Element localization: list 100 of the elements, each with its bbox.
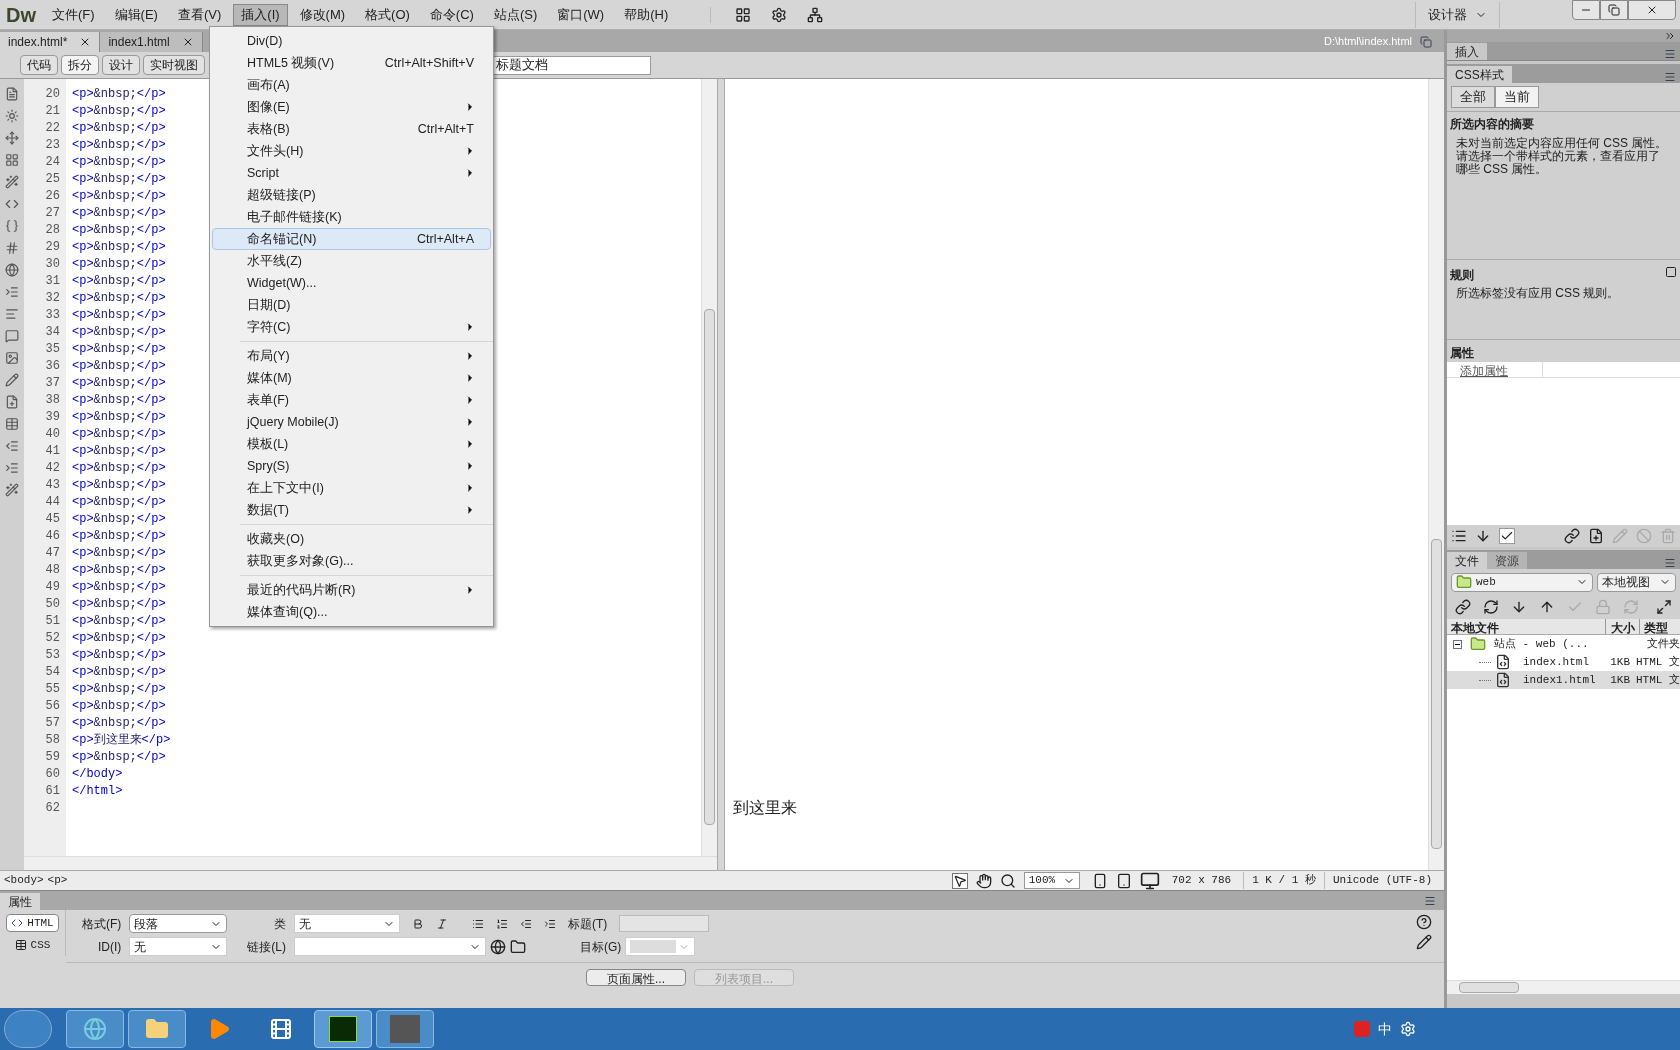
menu-entry[interactable]: 媒体(M) [212, 367, 491, 389]
refresh-icon[interactable] [1483, 599, 1499, 615]
set-properties-icon[interactable] [1499, 528, 1515, 544]
sort-alphabetical-icon[interactable] [1475, 528, 1491, 544]
layout-icon[interactable] [735, 6, 752, 23]
document-tab[interactable]: index1.html [100, 32, 203, 52]
italic-icon[interactable] [436, 917, 448, 930]
format-select[interactable]: 段落 [129, 914, 228, 933]
coding-tool-icon[interactable] [5, 109, 19, 123]
coding-tool-icon[interactable] [5, 263, 19, 277]
view-button[interactable]: 实时视图 [143, 55, 205, 75]
menu-item[interactable]: 格式(O) [357, 3, 418, 26]
coding-tool-icon[interactable] [5, 483, 19, 497]
menu-entry[interactable]: Script [212, 162, 491, 184]
file-row[interactable]: index.html 1KB HTML 文 [1447, 653, 1680, 671]
coding-tool-icon[interactable] [5, 131, 19, 145]
category-view-icon[interactable] [1451, 528, 1467, 544]
document-tab[interactable]: index.html* [0, 32, 101, 52]
menu-item[interactable]: 编辑(E) [106, 3, 166, 26]
menu-entry[interactable]: 表单(F) [212, 389, 491, 411]
coding-tool-icon[interactable] [5, 285, 19, 299]
horizontal-scrollbar[interactable] [24, 856, 717, 870]
menu-entry[interactable]: 在上下文中(I) [212, 477, 491, 499]
coding-tool-icon[interactable] [5, 329, 19, 343]
menu-entry[interactable]: 最近的代码片断(R) [212, 579, 491, 601]
css-mode-button[interactable]: 当前 [1495, 86, 1539, 108]
file-row[interactable]: index1.html 1KB HTML 文 [1447, 671, 1680, 689]
menu-entry[interactable]: Div(D) [212, 30, 491, 52]
vertical-scrollbar[interactable] [1428, 79, 1444, 870]
coding-tool-icon[interactable] [5, 417, 19, 431]
menu-entry[interactable]: 数据(T) [212, 499, 491, 521]
column-header[interactable]: 本地文件 [1447, 619, 1606, 634]
vertical-scrollbar[interactable] [701, 79, 717, 856]
menu-item[interactable]: 命令(C) [421, 3, 482, 26]
menu-entry[interactable]: Spry(S) [212, 455, 491, 477]
coding-tool-icon[interactable] [5, 175, 19, 189]
id-select[interactable]: 无 [129, 937, 228, 956]
coding-tool-icon[interactable] [5, 373, 19, 387]
language-indicator[interactable]: 中 [1378, 1018, 1392, 1040]
menu-item[interactable]: 插入(I) [233, 3, 288, 26]
file-row[interactable]: 站点 - web (... 文件夹 [1447, 635, 1680, 653]
hand-tool-icon[interactable] [975, 872, 992, 889]
tag-selector[interactable]: <body> [4, 872, 44, 889]
edit-rule-icon[interactable] [1416, 934, 1432, 950]
coding-tool-icon[interactable] [5, 87, 19, 101]
menu-entry[interactable]: 布局(Y) [212, 345, 491, 367]
panel-menu-icon[interactable] [1664, 48, 1676, 60]
expand-toggle-icon[interactable] [1453, 639, 1462, 649]
menu-entry[interactable]: 收藏夹(O) [212, 528, 491, 550]
tablet-size-icon[interactable] [1115, 872, 1132, 889]
menu-item[interactable]: 站点(S) [485, 3, 546, 26]
start-button[interactable] [4, 1010, 52, 1048]
collapse-icon[interactable] [1664, 30, 1676, 42]
expand-icon[interactable] [1656, 599, 1672, 615]
panel-tab[interactable]: CSS样式 [1447, 66, 1512, 83]
menu-entry[interactable]: Widget(W)... [212, 272, 491, 294]
tag-selector[interactable]: <p> [47, 872, 68, 889]
coding-tool-icon[interactable] [5, 395, 19, 409]
coding-tool-icon[interactable] [5, 197, 19, 211]
put-files-icon[interactable] [1539, 599, 1555, 615]
title-input[interactable] [619, 915, 710, 932]
menu-entry[interactable]: 获取更多对象(G)... [212, 550, 491, 572]
window-size[interactable]: 702 x 786 [1171, 872, 1232, 889]
panel-menu-icon[interactable] [1664, 71, 1676, 83]
column-header[interactable]: 类型 [1640, 619, 1680, 634]
menu-entry[interactable]: 图像(E) [212, 96, 491, 118]
coding-tool-icon[interactable] [5, 461, 19, 475]
coding-tool-icon[interactable] [5, 439, 19, 453]
coding-tool-icon[interactable] [5, 307, 19, 321]
menu-item[interactable]: 文件(F) [44, 3, 103, 26]
menu-entry[interactable]: 模板(L) [212, 433, 491, 455]
add-property-link[interactable]: 添加属性 [1447, 362, 1543, 377]
menu-item[interactable]: 窗口(W) [549, 3, 613, 26]
menu-entry[interactable]: 字符(C) [212, 316, 491, 338]
indent-icon[interactable] [544, 917, 556, 930]
tray-icon[interactable] [1400, 1021, 1416, 1037]
menu-entry[interactable]: 日期(D) [212, 294, 491, 316]
get-files-icon[interactable] [1511, 599, 1527, 615]
site-select[interactable]: web [1451, 572, 1593, 592]
menu-entry[interactable]: 电子邮件链接(K) [212, 206, 491, 228]
coding-tool-icon[interactable] [5, 219, 19, 233]
help-icon[interactable] [1416, 914, 1432, 930]
coding-tool-icon[interactable] [5, 153, 19, 167]
new-rule-icon[interactable] [1588, 528, 1604, 544]
panel-tab[interactable]: 文件 [1447, 552, 1487, 569]
panel-tab[interactable]: 插入 [1447, 43, 1487, 60]
site-icon[interactable] [807, 6, 824, 23]
restore-button[interactable] [1600, 0, 1628, 20]
view-toggle-icon[interactable] [1665, 266, 1677, 278]
view-button[interactable]: 拆分 [61, 55, 99, 75]
menu-entry[interactable]: 水平线(Z) [212, 250, 491, 272]
zoom-select[interactable]: 100% [1023, 872, 1080, 889]
property-mode-button[interactable]: HTML [6, 914, 59, 932]
panel-menu-icon[interactable] [1424, 895, 1436, 907]
zoom-tool-icon[interactable] [999, 872, 1016, 889]
attach-stylesheet-icon[interactable] [1564, 528, 1580, 544]
menu-entry[interactable]: HTML5 视频(V) Ctrl+Alt+Shift+V [212, 52, 491, 74]
input-method-icon[interactable] [1354, 1021, 1370, 1037]
view-button[interactable]: 设计 [102, 55, 140, 75]
panel-menu-icon[interactable] [1664, 557, 1676, 569]
